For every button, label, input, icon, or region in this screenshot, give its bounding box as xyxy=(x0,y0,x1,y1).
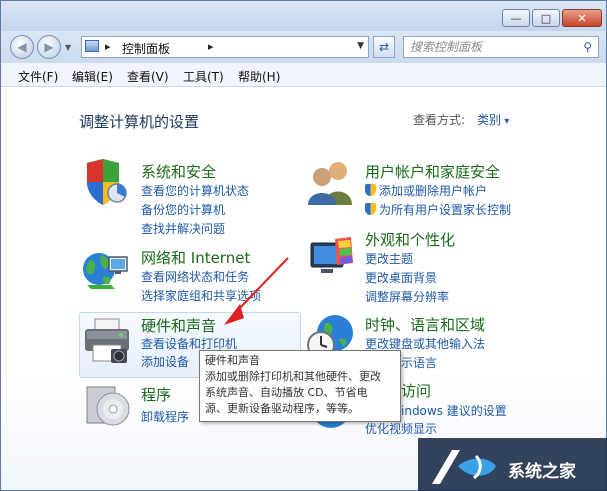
address-bar[interactable]: ▸ 控制面板 ▸ ▼ xyxy=(81,36,369,58)
link-view-computer-status[interactable]: 查看您的计算机状态 xyxy=(141,182,249,199)
breadcrumb-control-panel[interactable]: 控制面板 xyxy=(122,40,170,57)
content-area: 调整计算机的设置 查看方式: 类别 系统和安全 查看您的计算机状态 备份您的计算… xyxy=(1,87,606,490)
tooltip-line: 源、更新设备驱动程序，等等。 xyxy=(205,402,359,415)
link-network-status[interactable]: 查看网络状态和任务 xyxy=(141,268,249,285)
link-screen-resolution[interactable]: 调整屏幕分辨率 xyxy=(365,288,449,305)
printer-icon[interactable] xyxy=(81,315,133,367)
control-panel-icon xyxy=(85,40,99,52)
minimize-button[interactable]: — xyxy=(502,9,530,27)
close-icon: ✕ xyxy=(577,11,587,25)
refresh-button[interactable]: ⇄ xyxy=(373,36,395,58)
tooltip-line: 添加或删除打印机和其他硬件、更改 xyxy=(205,370,381,383)
control-panel-window: — □ ✕ ◀ ▶ ▼ ▸ 控制面板 ▸ ▼ ⇄ ⚲ 文件(F) 编辑(E) 查… xyxy=(0,0,607,491)
appearance-monitor-icon[interactable] xyxy=(305,233,357,281)
menu-help[interactable]: 帮助(H) xyxy=(238,68,280,85)
network-globe-icon[interactable] xyxy=(81,247,131,293)
search-input[interactable] xyxy=(410,39,570,55)
search-icon[interactable]: ⚲ xyxy=(583,40,592,54)
category-hardware-sound[interactable]: 硬件和声音 xyxy=(141,315,216,336)
category-user-accounts[interactable]: 用户帐户和家庭安全 xyxy=(365,161,500,182)
maximize-icon: □ xyxy=(540,11,552,25)
menu-file[interactable]: 文件(F) xyxy=(18,68,58,85)
link-homegroup-sharing[interactable]: 选择家庭组和共享选项 xyxy=(141,287,261,304)
search-box[interactable]: ⚲ xyxy=(403,36,599,58)
view-by-label: 查看方式: xyxy=(413,113,466,127)
link-desktop-background[interactable]: 更改桌面背景 xyxy=(365,269,437,286)
user-accounts-icon[interactable] xyxy=(306,159,358,207)
category-clock-language-region[interactable]: 时钟、语言和区域 xyxy=(365,314,485,335)
forward-arrow-icon: ▶ xyxy=(44,40,54,54)
link-optimize-display[interactable]: 优化视频显示 xyxy=(365,420,437,437)
link-windows-suggested-settings[interactable]: indows 建议的设置 xyxy=(401,402,507,419)
category-appearance[interactable]: 外观和个性化 xyxy=(365,229,455,250)
link-parental-controls[interactable]: 为所有用户设置家长控制 xyxy=(365,201,511,218)
page-title: 调整计算机的设置 xyxy=(79,113,200,131)
menu-view[interactable]: 查看(V) xyxy=(127,68,169,85)
category-programs[interactable]: 程序 xyxy=(141,384,171,405)
watermark-text: 系统之家 xyxy=(508,462,576,482)
back-button[interactable]: ◀ xyxy=(10,35,34,59)
refresh-icon: ⇄ xyxy=(378,40,390,54)
link-add-device[interactable]: 添加设备 xyxy=(141,353,189,370)
menu-edit[interactable]: 编辑(E) xyxy=(72,68,113,85)
link-add-remove-accounts[interactable]: 添加或删除用户帐户 xyxy=(365,182,487,199)
address-dropdown-icon[interactable]: ▼ xyxy=(357,41,364,51)
uac-shield-icon xyxy=(365,203,376,215)
link-troubleshoot[interactable]: 查找并解决问题 xyxy=(141,220,225,237)
menu-bar: 文件(F) 编辑(E) 查看(V) 工具(T) 帮助(H) xyxy=(1,63,606,87)
uac-shield-icon xyxy=(365,184,376,196)
link-uninstall-program[interactable]: 卸载程序 xyxy=(141,408,189,425)
category-ease-of-access[interactable]: 访问 xyxy=(401,380,431,401)
title-bar: — □ ✕ xyxy=(1,1,606,31)
category-network-internet[interactable]: 网络和 Internet xyxy=(141,247,250,268)
hardware-sound-tooltip: 硬件和声音 添加或删除打印机和其他硬件、更改 系统声音、自动播放 CD、节省电 … xyxy=(199,350,401,422)
back-arrow-icon: ◀ xyxy=(17,40,27,54)
maximize-button[interactable]: □ xyxy=(532,9,560,27)
system-security-shield-icon[interactable] xyxy=(81,159,129,207)
view-by-dropdown[interactable]: 类别 xyxy=(477,111,509,128)
menu-tools[interactable]: 工具(T) xyxy=(183,68,224,85)
navigation-bar: ◀ ▶ ▼ ▸ 控制面板 ▸ ▼ ⇄ ⚲ xyxy=(1,31,606,63)
link-backup-computer[interactable]: 备份您的计算机 xyxy=(141,201,225,218)
minimize-icon: — xyxy=(510,11,522,25)
link-change-theme[interactable]: 更改主题 xyxy=(365,250,413,267)
breadcrumb-separator-icon[interactable]: ▸ xyxy=(208,40,214,53)
tooltip-line: 系统声音、自动播放 CD、节省电 xyxy=(205,386,368,399)
recent-pages-chevron-icon[interactable]: ▼ xyxy=(65,43,71,52)
link-display-language[interactable]: 示语言 xyxy=(401,354,437,371)
close-button[interactable]: ✕ xyxy=(562,9,602,27)
forward-button[interactable]: ▶ xyxy=(37,35,61,59)
breadcrumb-separator-icon[interactable]: ▸ xyxy=(105,40,111,53)
tooltip-title: 硬件和声音 xyxy=(205,354,260,367)
category-system-security[interactable]: 系统和安全 xyxy=(141,161,216,182)
programs-disc-icon[interactable] xyxy=(83,383,131,429)
